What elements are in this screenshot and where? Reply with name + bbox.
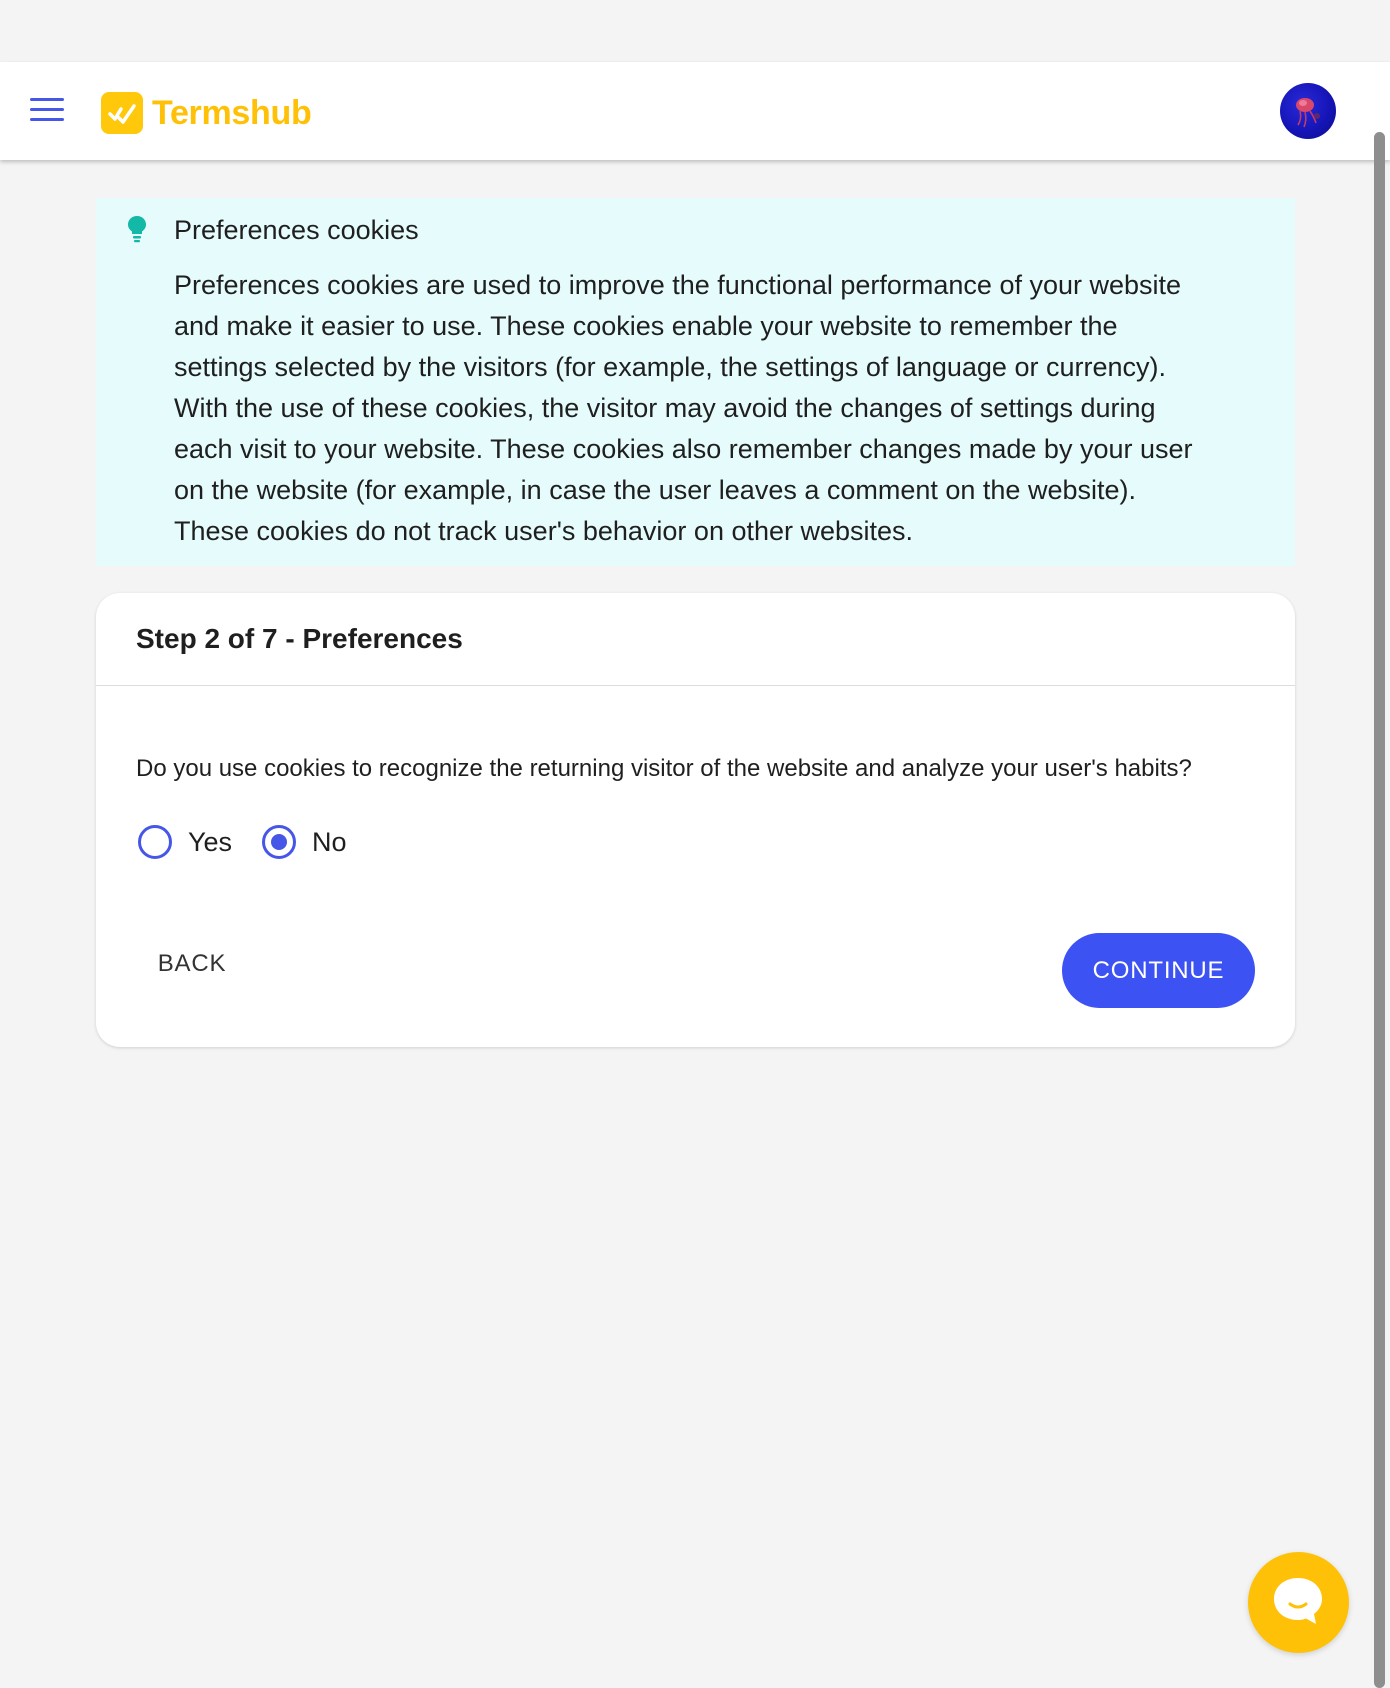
step-title: Step 2 of 7 - Preferences (136, 623, 463, 654)
radio-unchecked-icon[interactable] (138, 825, 172, 859)
menu-line (30, 108, 64, 111)
radio-label-no: No (312, 826, 347, 857)
radio-checked-icon[interactable] (262, 825, 297, 859)
info-title: Preferences cookies (174, 215, 419, 245)
radio-yes[interactable]: Yes (138, 825, 232, 859)
radio-no[interactable]: No (262, 825, 347, 859)
answer-options: Yes No (138, 825, 377, 859)
info-line: These cookies do not track user's behavi… (174, 516, 914, 546)
info-box: Preferences cookies Preferences cookies … (96, 198, 1295, 566)
info-description: Preferences cookies are used to improve … (174, 265, 1274, 552)
menu-line (30, 118, 64, 121)
chat-launcher-button[interactable] (1248, 1552, 1349, 1653)
chat-bubble-icon (1274, 1578, 1322, 1624)
page-scrollbar[interactable] (1374, 132, 1385, 1688)
check-mark-badge-icon (101, 92, 143, 134)
info-line: settings selected by the visitors (for e… (174, 352, 1166, 382)
step-card: Step 2 of 7 - Preferences Do you use coo… (96, 593, 1295, 1047)
info-line: With the use of these cookies, the visit… (174, 393, 1156, 423)
radio-label-yes: Yes (188, 826, 233, 857)
question-text: Do you use cookies to recognize the retu… (136, 755, 1192, 782)
continue-button[interactable]: CONTINUE (1062, 933, 1255, 1008)
user-avatar-icon[interactable] (1280, 83, 1336, 139)
back-button[interactable]: BACK (136, 942, 248, 986)
info-line: each visit to your website. These cookie… (174, 434, 1193, 464)
app-header: Termshub (0, 62, 1390, 160)
hamburger-menu-icon[interactable] (30, 98, 64, 124)
brand-name: Termshub (152, 93, 312, 132)
divider (96, 685, 1295, 686)
top-spacer (0, 0, 1390, 62)
lightbulb-icon (126, 214, 148, 244)
brand-logo[interactable]: Termshub (101, 91, 312, 135)
menu-line (30, 98, 64, 101)
info-line: and make it easier to use. These cookies… (174, 311, 1118, 341)
info-line: Preferences cookies are used to improve … (174, 270, 1182, 300)
info-line: on the website (for example, in case the… (174, 475, 1136, 505)
